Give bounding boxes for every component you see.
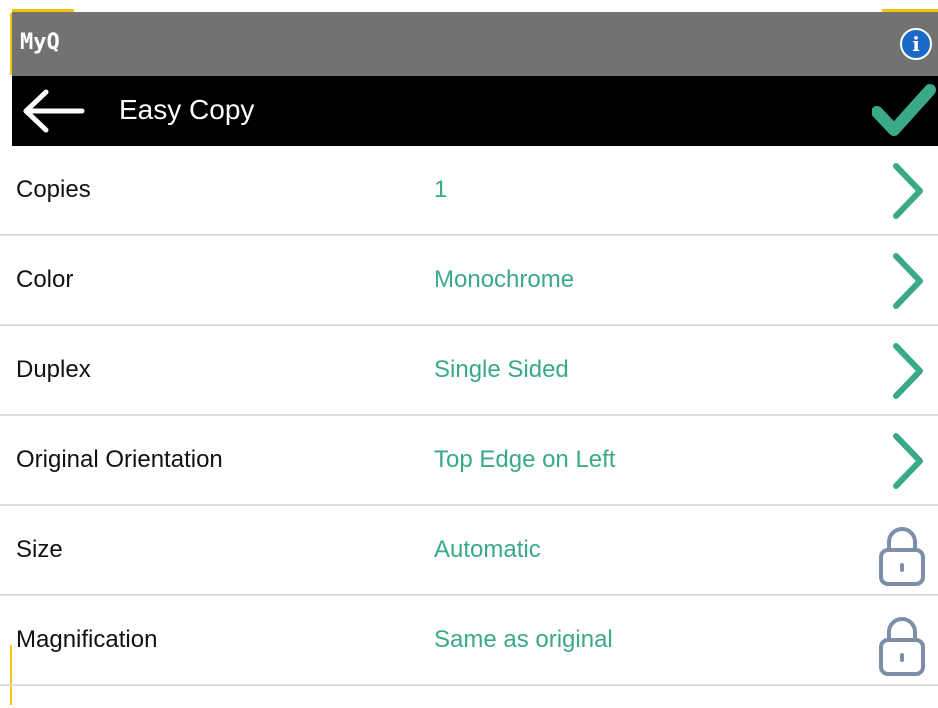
back-arrow-icon[interactable] [20,88,86,134]
setting-label: Color [16,266,74,293]
setting-row-size: Size Automatic [0,506,938,596]
setting-value: 1 [434,176,448,203]
setting-value: Automatic [434,536,541,563]
setting-label: Copies [16,176,91,203]
chevron-right-icon[interactable] [872,236,932,326]
page-title: Easy Copy [119,94,255,125]
setting-row-copies[interactable]: Copies 1 [0,146,938,236]
setting-label: Magnification [16,626,158,653]
setting-value: Top Edge on Left [434,446,616,473]
app-header: MyQ i [12,12,938,76]
setting-value: Single Sided [434,356,569,383]
settings-list: Copies 1 Color Monochrome Duplex Single … [0,146,938,686]
setting-label: Original Orientation [16,446,223,473]
chevron-right-icon[interactable] [872,146,932,236]
setting-value: Same as original [434,626,613,653]
setting-label: Size [16,536,63,563]
setting-row-magnification: Magnification Same as original [0,596,938,686]
info-glyph: i [912,32,920,56]
chevron-right-icon[interactable] [872,326,932,416]
setting-label: Duplex [16,356,91,383]
setting-row-color[interactable]: Color Monochrome [0,236,938,326]
app-name: MyQ [20,30,60,55]
lock-icon [879,617,925,676]
lock-icon [879,527,925,586]
chevron-right-icon[interactable] [872,416,932,506]
checkmark-icon[interactable] [872,82,936,140]
title-bar: Easy Copy [12,76,938,146]
info-icon[interactable]: i [900,28,932,60]
setting-value: Monochrome [434,266,575,293]
setting-row-duplex[interactable]: Duplex Single Sided [0,326,938,416]
setting-row-original-orientation[interactable]: Original Orientation Top Edge on Left [0,416,938,506]
